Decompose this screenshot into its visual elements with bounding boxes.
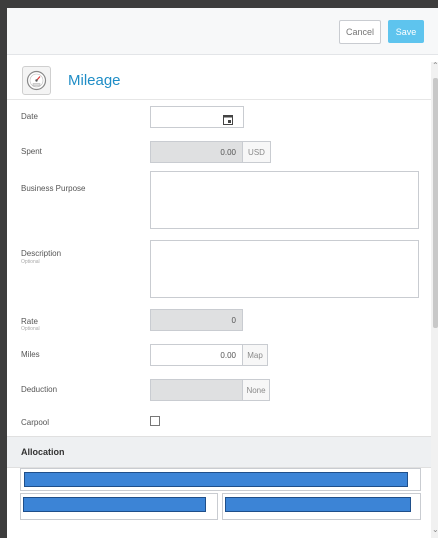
miles-label: Miles <box>21 350 40 359</box>
rate-field: 0 <box>150 309 243 331</box>
scrollbar-thumb[interactable] <box>433 78 438 328</box>
rate-optional-hint: Optional <box>21 326 40 332</box>
window-top-border <box>0 0 438 8</box>
description-optional-hint: Optional <box>21 259 40 265</box>
title-row: Mileage <box>7 55 431 100</box>
miles-value: 0.00 <box>220 351 236 360</box>
description-textarea[interactable] <box>150 240 419 298</box>
allocation-field-2[interactable] <box>20 493 218 520</box>
odometer-icon <box>22 66 51 95</box>
redaction-bar <box>24 472 408 487</box>
date-label: Date <box>21 112 38 121</box>
deduction-field <box>150 379 243 401</box>
currency-badge: USD <box>242 141 271 163</box>
carpool-checkbox[interactable] <box>150 416 160 426</box>
miles-input[interactable]: 0.00 <box>150 344 243 366</box>
scroll-down-icon[interactable]: ⌄ <box>432 526 438 534</box>
dialog-header: Cancel Save <box>7 8 438 55</box>
allocation-section-header: Allocation <box>7 436 431 468</box>
allocation-field-3[interactable] <box>222 493 421 520</box>
allocation-field-1[interactable] <box>20 468 421 491</box>
business-purpose-textarea[interactable] <box>150 171 419 229</box>
calendar-icon[interactable] <box>223 112 233 130</box>
description-label: Description <box>21 249 62 258</box>
spent-label: Spent <box>21 147 42 156</box>
rate-label: Rate <box>21 317 38 326</box>
window-left-border <box>0 0 7 538</box>
map-button[interactable]: Map <box>242 344 268 366</box>
deduction-option[interactable]: None <box>242 379 270 401</box>
scroll-up-icon[interactable]: ⌃ <box>432 62 438 70</box>
redaction-bar <box>23 497 206 512</box>
date-field[interactable] <box>150 106 244 128</box>
carpool-label: Carpool <box>21 418 50 427</box>
redaction-bar <box>225 497 411 512</box>
page-title: Mileage <box>68 72 121 89</box>
spent-field: 0.00 <box>150 141 243 163</box>
business-purpose-label: Business Purpose <box>21 184 86 193</box>
cancel-button[interactable]: Cancel <box>339 20 381 44</box>
spent-value: 0.00 <box>220 148 236 157</box>
save-button[interactable]: Save <box>388 20 424 43</box>
mileage-dialog: Cancel Save Mileage Date Spent 0.00 USD … <box>7 8 438 538</box>
deduction-label: Deduction <box>21 385 58 394</box>
rate-value: 0 <box>231 316 236 325</box>
allocation-title: Allocation <box>21 447 65 457</box>
